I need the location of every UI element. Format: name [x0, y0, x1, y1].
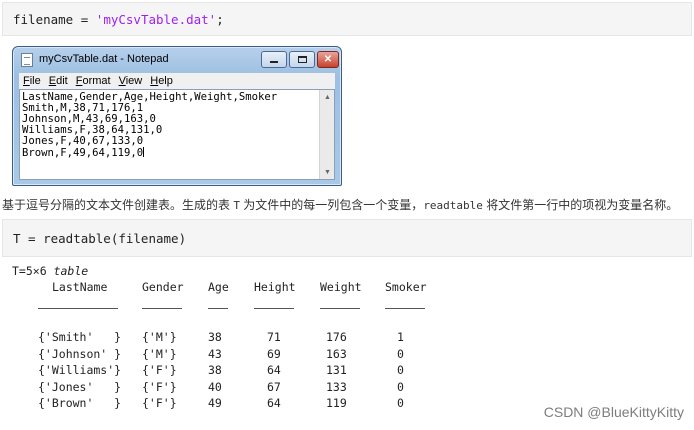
- code-block-filename: filename = 'myCsvTable.dat';: [2, 2, 692, 36]
- table-dims: T=5×6 table: [12, 264, 88, 278]
- table-cell: 1: [397, 330, 404, 344]
- table-cell: 71: [267, 330, 281, 344]
- notepad-text-area[interactable]: LastName,Gender,Age,Height,Weight,Smoker…: [19, 89, 335, 180]
- header-underline: [320, 308, 360, 309]
- minimize-icon: [270, 61, 278, 63]
- notepad-titlebar[interactable]: myCsvTable.dat - Notepad ✕: [13, 47, 341, 73]
- table-cell: 38: [208, 363, 222, 377]
- maximize-icon: [297, 56, 307, 63]
- file-line: Jones,F,40,67,133,0: [22, 135, 144, 148]
- table-cell: 43: [208, 346, 222, 361]
- watermark: CSDN @BlueKittyKitty: [543, 404, 684, 420]
- table-cell: 49: [208, 396, 222, 410]
- dims-word: table: [53, 264, 89, 278]
- table-cell: 0: [397, 346, 404, 361]
- code-var: filename: [13, 11, 74, 27]
- column-header: Height: [254, 280, 296, 294]
- dims-prefix: T=5×6: [12, 264, 54, 278]
- column-header: LastName: [52, 280, 108, 294]
- table-cell: 38: [208, 330, 222, 344]
- table-cell: 0: [397, 379, 404, 394]
- notepad-app-icon: [21, 53, 33, 67]
- minimize-button[interactable]: [261, 51, 287, 68]
- table-cell: 40: [208, 379, 222, 394]
- menu-view[interactable]: View: [119, 75, 143, 87]
- table-cell: {'M'}: [142, 346, 177, 361]
- table-cell: 163: [326, 346, 347, 361]
- scroll-down-icon[interactable]: ▼: [320, 165, 335, 179]
- table-cell: 67: [267, 379, 281, 394]
- code-op: =: [73, 11, 96, 27]
- code-string: 'myCsvTable.dat': [95, 11, 217, 27]
- header-underline: [142, 308, 182, 309]
- file-line: Brown,F,49,64,119,0: [22, 147, 144, 160]
- table-cell: 133: [326, 379, 347, 394]
- table-cell: 64: [267, 363, 281, 377]
- desc-part: 为文件中的每一列包含一个变量，: [239, 198, 424, 212]
- header-underline: [38, 308, 118, 309]
- table-cell: 0: [397, 396, 404, 410]
- code-line: T = readtable(filename): [13, 230, 187, 246]
- table-cell: {'M'}: [142, 330, 177, 344]
- close-button[interactable]: ✕: [317, 51, 339, 68]
- table-cell: {'Brown' }: [38, 396, 122, 410]
- column-header: Age: [208, 280, 229, 294]
- table-cell: {'F'}: [142, 363, 177, 377]
- table-cell: 0: [397, 363, 404, 377]
- table-cell: {'F'}: [142, 396, 177, 410]
- scroll-up-icon[interactable]: ▲: [320, 90, 335, 104]
- table-cell: {'Jones' }: [38, 379, 122, 394]
- description-text: 基于逗号分隔的文本文件创建表。生成的表 T 为文件中的每一列包含一个变量，rea…: [2, 196, 678, 213]
- table-cell: {'F'}: [142, 379, 177, 394]
- desc-part: 将文件第一行中的项视为变量名称。: [482, 198, 679, 212]
- notepad-menubar: File Edit Format View Help: [19, 73, 335, 89]
- menu-help[interactable]: Help: [150, 75, 173, 87]
- table-cell: 69: [267, 346, 281, 361]
- menu-file[interactable]: File: [23, 75, 41, 87]
- table-cell: {'Smith' }: [38, 330, 122, 344]
- code-end: ;: [216, 11, 224, 27]
- header-underline: [208, 308, 228, 309]
- menu-edit[interactable]: Edit: [49, 75, 68, 87]
- menu-format[interactable]: Format: [76, 75, 111, 87]
- column-header: Smoker: [385, 280, 427, 294]
- notepad-content: LastName,Gender,Age,Height,Weight,Smoker…: [22, 91, 318, 160]
- table-cell: 64: [267, 396, 281, 410]
- table-cell: 176: [326, 330, 347, 344]
- close-icon: ✕: [323, 54, 333, 65]
- desc-code-readtable: readtable: [423, 199, 483, 212]
- table-cell: 119: [326, 396, 347, 410]
- maximize-button[interactable]: [289, 51, 315, 68]
- code-block-readtable: T = readtable(filename): [2, 219, 692, 257]
- desc-part: 基于逗号分隔的文本文件创建表。生成的表: [2, 198, 234, 212]
- header-underline: [385, 308, 425, 309]
- notepad-window: myCsvTable.dat - Notepad ✕ File Edit For…: [12, 46, 342, 186]
- table-cell: {'Johnson' }: [38, 346, 122, 361]
- vertical-scrollbar[interactable]: ▲ ▼: [319, 90, 334, 179]
- header-underline: [254, 308, 294, 309]
- text-cursor: [143, 147, 145, 158]
- notepad-title: myCsvTable.dat - Notepad: [39, 53, 169, 65]
- column-header: Gender: [142, 280, 184, 294]
- column-header: Weight: [320, 280, 362, 294]
- table-cell: 131: [326, 363, 347, 377]
- desc-code-t: T: [233, 199, 240, 212]
- table-cell: {'Williams'}: [38, 363, 122, 377]
